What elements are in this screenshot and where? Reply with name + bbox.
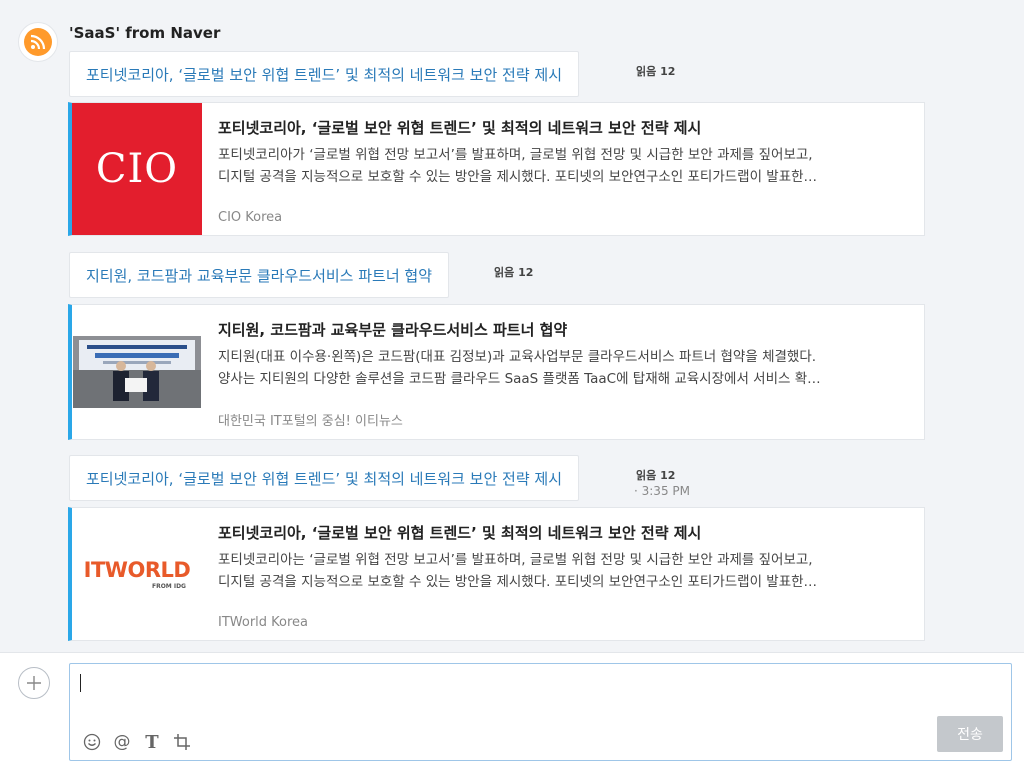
card-description: 포티넷코리아가 ‘글로벌 위협 전망 보고서’를 발표하며, 글로벌 위협 전망… — [218, 144, 910, 188]
link-preview-card[interactable]: ITWORLD FROM IDG 포티넷코리아, ‘글로벌 보안 위협 트렌드’… — [68, 507, 925, 641]
text-caret — [80, 674, 81, 692]
sender-avatar[interactable] — [18, 22, 58, 62]
card-description: 포티넷코리아는 ‘글로벌 위협 전망 보고서’를 발표하며, 글로벌 위협 전망… — [218, 549, 910, 593]
card-body: 지티원, 코드팜과 교육부문 클라우드서비스 파트너 협약 지티원(대표 이수용… — [202, 305, 924, 439]
itworld-logo-text: ITWORLD — [83, 558, 191, 582]
cio-logo-text: CIO — [95, 146, 179, 192]
card-body: 포티넷코리아, ‘글로벌 보안 위협 트렌드’ 및 최적의 네트워크 보안 전략… — [202, 103, 924, 235]
card-title[interactable]: 지티원, 코드팜과 교육부문 클라우드서비스 파트너 협약 — [218, 319, 910, 340]
cio-logo: CIO — [72, 103, 202, 235]
card-title[interactable]: 포티넷코리아, ‘글로벌 보안 위협 트렌드’ 및 최적의 네트워크 보안 전략… — [218, 522, 910, 543]
ceremony-photo-image — [73, 336, 201, 408]
message-timestamp: · 3:35 PM — [634, 484, 690, 498]
text-format-icon[interactable]: T — [142, 732, 162, 753]
message-bubble-link[interactable]: 지티원, 코드팜과 교육부문 클라우드서비스 파트너 협약 — [69, 252, 450, 298]
send-button[interactable]: 전송 — [937, 716, 1003, 752]
message-bubble-link[interactable]: 포티넷코리아, ‘글로벌 보안 위협 트렌드’ 및 최적의 네트워크 보안 전략… — [69, 455, 579, 501]
card-desc-line: 포티넷코리아가 ‘글로벌 위협 전망 보고서’를 발표하며, 글로벌 위협 전망… — [218, 147, 813, 163]
card-title[interactable]: 포티넷코리아, ‘글로벌 보안 위협 트렌드’ 및 최적의 네트워크 보안 전략… — [218, 117, 910, 138]
add-attachment-button[interactable] — [18, 667, 50, 699]
link-preview-card[interactable]: 지티원, 코드팜과 교육부문 클라우드서비스 파트너 협약 지티원(대표 이수용… — [68, 304, 925, 440]
rss-icon — [24, 28, 52, 56]
chat-area: 'SaaS' from Naver 포티넷코리아, ‘글로벌 보안 위협 트렌드… — [0, 0, 1024, 652]
card-desc-line: 포티넷코리아는 ‘글로벌 위협 전망 보고서’를 발표하며, 글로벌 위협 전망… — [218, 552, 813, 568]
card-desc-line: 양사는 지티원의 다양한 솔루션을 코드팜 클라우드 SaaS 플랫폼 TaaC… — [218, 371, 821, 387]
message-input[interactable]: @ T 전송 — [69, 663, 1012, 761]
message-composer: @ T 전송 — [0, 652, 1024, 769]
read-count: 읽음 12 — [494, 266, 534, 279]
emoji-icon[interactable] — [82, 732, 102, 752]
composer-toolbar: @ T — [82, 732, 192, 753]
card-body: 포티넷코리아, ‘글로벌 보안 위협 트렌드’ 및 최적의 네트워크 보안 전략… — [202, 508, 924, 640]
card-source: ITWorld Korea — [218, 615, 309, 630]
card-desc-line: 디지털 공격을 지능적으로 보호할 수 있는 방안을 제시했다. 포티넷의 보안… — [218, 169, 818, 185]
card-description: 지티원(대표 이수용·왼쪽)은 코드팜(대표 김정보)과 교육사업부문 클라우드… — [218, 346, 910, 390]
card-desc-line: 디지털 공격을 지능적으로 보호할 수 있는 방안을 제시했다. 포티넷의 보안… — [218, 574, 818, 590]
sender-name: 'SaaS' from Naver — [69, 24, 221, 42]
link-preview-card[interactable]: CIO 포티넷코리아, ‘글로벌 보안 위협 트렌드’ 및 최적의 네트워크 보… — [68, 102, 925, 236]
crop-icon[interactable] — [172, 732, 192, 752]
itworld-logo-subtext: FROM IDG — [151, 583, 186, 590]
article-photo — [72, 305, 202, 439]
message-bubble-link[interactable]: 포티넷코리아, ‘글로벌 보안 위협 트렌드’ 및 최적의 네트워크 보안 전략… — [69, 51, 579, 97]
card-source: 대한민국 IT포털의 중심! 이티뉴스 — [218, 414, 403, 429]
card-source: CIO Korea — [218, 210, 283, 225]
read-count: 읽음 12 — [636, 469, 676, 482]
read-count: 읽음 12 — [636, 65, 676, 78]
itworld-logo: ITWORLD FROM IDG — [72, 508, 202, 640]
mention-icon[interactable]: @ — [112, 732, 132, 752]
plus-icon — [27, 676, 41, 690]
card-desc-line: 지티원(대표 이수용·왼쪽)은 코드팜(대표 김정보)과 교육사업부문 클라우드… — [218, 349, 817, 365]
